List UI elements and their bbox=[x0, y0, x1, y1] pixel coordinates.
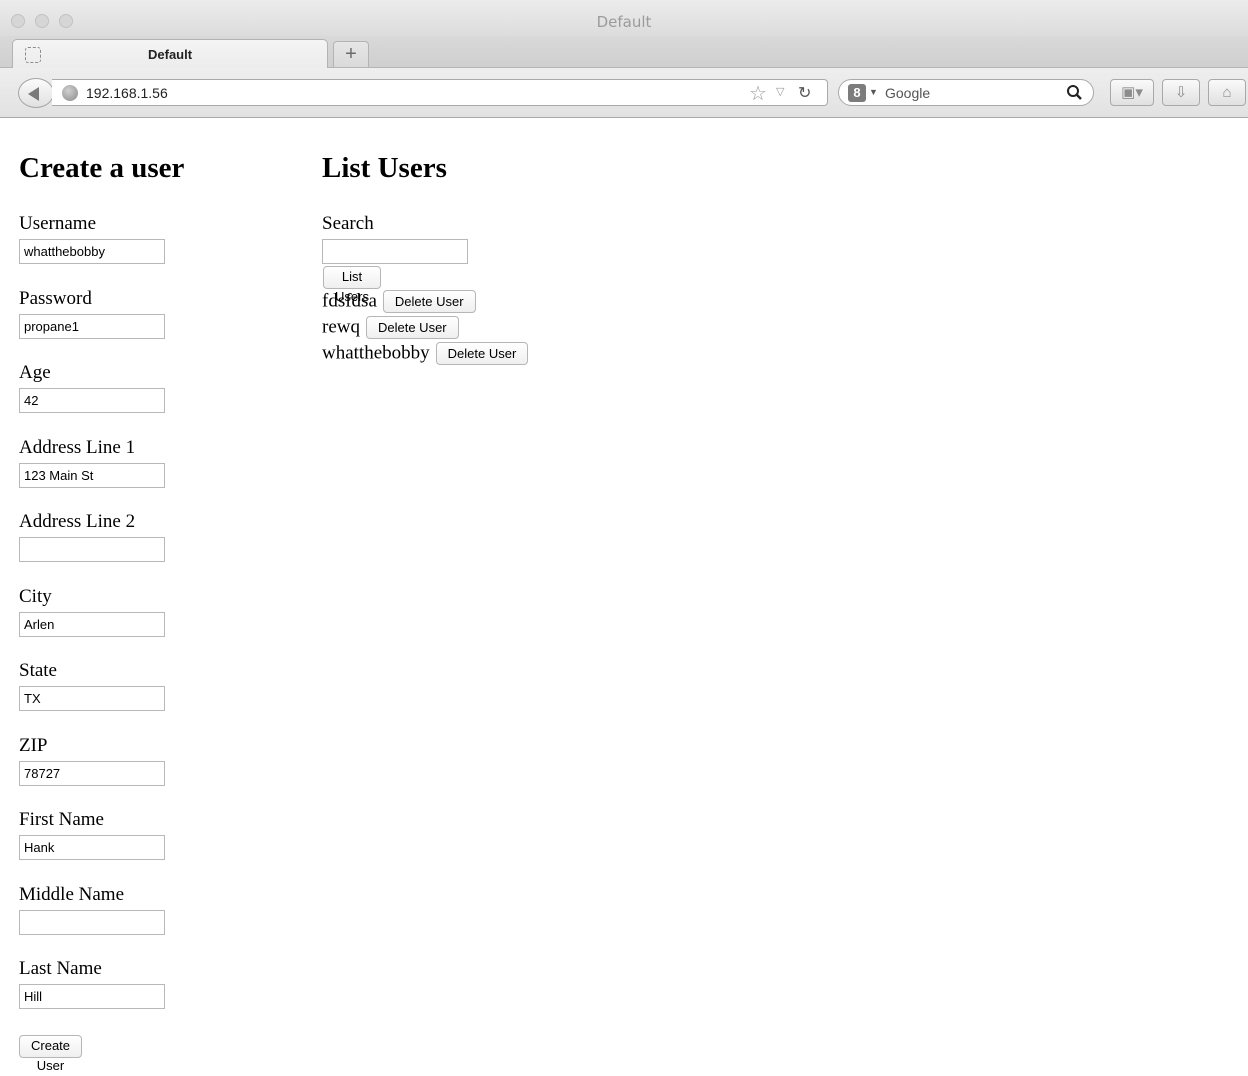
home-icon: ⌂ bbox=[1222, 84, 1232, 101]
delete-user-button[interactable]: Delete User bbox=[435, 342, 529, 365]
reload-icon[interactable]: ↻ bbox=[798, 83, 811, 103]
city-field-group: City bbox=[19, 586, 165, 637]
user-list-item: rewq Delete User bbox=[322, 316, 459, 342]
delete-user-button[interactable]: Delete User bbox=[382, 290, 476, 313]
address-bar[interactable]: 192.168.1.56 ☆ ▽ ↻ bbox=[52, 79, 828, 106]
bookmarks-menu-button[interactable]: ▣▾ bbox=[1110, 79, 1154, 106]
zip-label: ZIP bbox=[19, 735, 48, 756]
first-name-label: First Name bbox=[19, 809, 104, 830]
user-name: whatthebobby bbox=[322, 342, 430, 364]
navigation-toolbar: 192.168.1.56 ☆ ▽ ↻ 8 ▼ Google ▣▾ ⇩ ⌂ bbox=[0, 68, 1248, 118]
back-arrow-icon bbox=[28, 87, 39, 101]
address-line-2-label: Address Line 2 bbox=[19, 511, 136, 532]
city-label: City bbox=[19, 586, 52, 607]
zip-field-group: ZIP bbox=[19, 735, 165, 786]
search-label: Search bbox=[322, 213, 374, 234]
zip-input[interactable] bbox=[19, 761, 165, 786]
user-search-input[interactable] bbox=[322, 239, 468, 264]
user-list-item: fdsfdsa Delete User bbox=[322, 290, 476, 316]
tab-title: Default bbox=[148, 47, 193, 62]
home-button[interactable]: ⌂ bbox=[1208, 79, 1246, 106]
age-field-group: Age bbox=[19, 362, 165, 413]
bookmarks-icon: ▣▾ bbox=[1121, 84, 1143, 101]
downloads-button[interactable]: ⇩ bbox=[1162, 79, 1200, 106]
city-input[interactable] bbox=[19, 612, 165, 637]
username-label: Username bbox=[19, 213, 97, 234]
middle-name-input[interactable] bbox=[19, 910, 165, 935]
search-field-group: Search bbox=[322, 213, 468, 264]
address-line-1-input[interactable] bbox=[19, 463, 165, 488]
tab-default[interactable]: Default bbox=[12, 39, 328, 69]
address-line-2-input[interactable] bbox=[19, 537, 165, 562]
age-input[interactable] bbox=[19, 388, 165, 413]
search-bar[interactable]: 8 ▼ Google bbox=[838, 79, 1094, 106]
url-text: 192.168.1.56 bbox=[86, 85, 168, 101]
globe-icon bbox=[62, 85, 78, 101]
tab-strip: Default + bbox=[0, 36, 1248, 69]
address-line-2-field-group: Address Line 2 bbox=[19, 511, 165, 562]
bookmark-star-icon[interactable]: ☆ bbox=[749, 81, 767, 106]
list-users-heading: List Users bbox=[322, 152, 447, 184]
create-user-heading: Create a user bbox=[19, 152, 185, 184]
user-name: fdsfdsa bbox=[322, 290, 377, 312]
first-name-field-group: First Name bbox=[19, 809, 165, 860]
page-content: Create a user Username Password Age Addr… bbox=[0, 119, 1248, 1073]
search-engine-icon[interactable]: 8 bbox=[848, 84, 866, 102]
history-dropdown-icon[interactable]: ▽ bbox=[776, 85, 784, 98]
search-bar-placeholder: Google bbox=[885, 85, 931, 101]
last-name-input[interactable] bbox=[19, 984, 165, 1009]
last-name-label: Last Name bbox=[19, 958, 102, 979]
username-field-group: Username bbox=[19, 213, 165, 264]
user-list-item: whatthebobby Delete User bbox=[322, 342, 529, 368]
blank-page-icon bbox=[25, 47, 41, 63]
address-line-1-label: Address Line 1 bbox=[19, 437, 136, 458]
first-name-input[interactable] bbox=[19, 835, 165, 860]
new-tab-button[interactable]: + bbox=[333, 41, 369, 67]
delete-user-button[interactable]: Delete User bbox=[365, 316, 459, 339]
state-field-group: State bbox=[19, 660, 165, 711]
middle-name-label: Middle Name bbox=[19, 884, 125, 905]
download-arrow-icon: ⇩ bbox=[1174, 84, 1188, 101]
list-users-button[interactable]: List Users bbox=[323, 266, 381, 304]
username-input[interactable] bbox=[19, 239, 165, 264]
create-user-button[interactable]: Create User bbox=[19, 1035, 83, 1073]
address-line-1-field-group: Address Line 1 bbox=[19, 437, 165, 488]
search-icon[interactable] bbox=[1066, 84, 1083, 101]
password-label: Password bbox=[19, 288, 92, 309]
last-name-field-group: Last Name bbox=[19, 958, 165, 1009]
chevron-down-icon[interactable]: ▼ bbox=[869, 87, 878, 97]
back-button[interactable] bbox=[18, 78, 54, 108]
password-input[interactable] bbox=[19, 314, 165, 339]
age-label: Age bbox=[19, 362, 51, 383]
state-label: State bbox=[19, 660, 57, 681]
user-name: rewq bbox=[322, 316, 360, 338]
window-title: Default bbox=[596, 13, 652, 31]
password-field-group: Password bbox=[19, 288, 165, 339]
state-input[interactable] bbox=[19, 686, 165, 711]
window-titlebar: Default bbox=[0, 0, 1248, 36]
middle-name-field-group: Middle Name bbox=[19, 884, 165, 935]
